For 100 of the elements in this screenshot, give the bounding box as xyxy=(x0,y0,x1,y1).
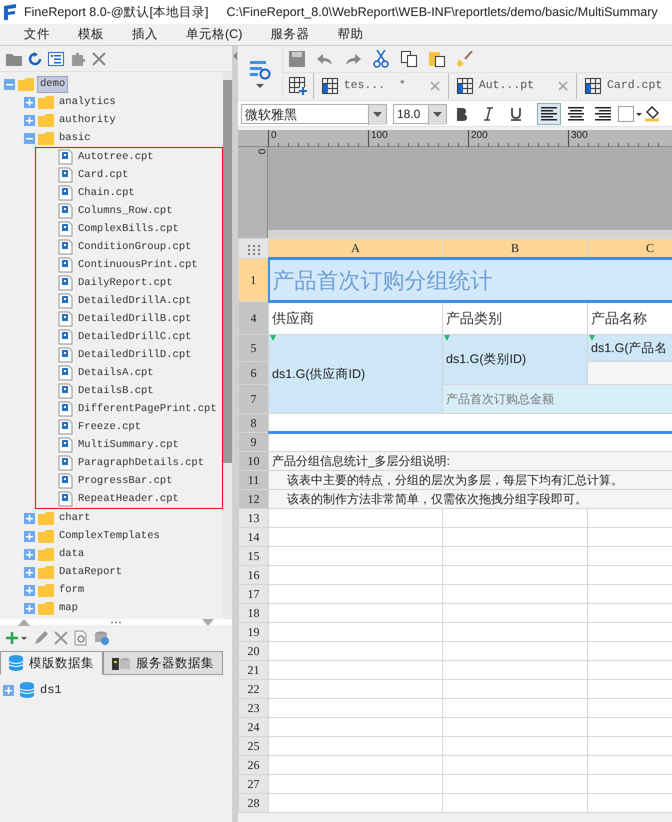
preview-icon[interactable] xyxy=(74,630,88,646)
folder-icon[interactable] xyxy=(6,52,22,66)
dataset-tab[interactable]: 服务器数据集 xyxy=(103,651,223,675)
row-header[interactable]: 14 xyxy=(238,528,268,546)
file-icon[interactable] xyxy=(58,203,73,219)
file-icon[interactable] xyxy=(58,473,73,489)
row-header[interactable]: 17 xyxy=(238,584,268,604)
brush-icon[interactable] xyxy=(456,51,473,67)
database-icon[interactable] xyxy=(20,682,34,698)
file-icon[interactable] xyxy=(58,293,73,309)
save-icon[interactable] xyxy=(288,51,305,67)
paste-icon[interactable] xyxy=(428,51,445,67)
folder-item[interactable]: basic xyxy=(57,130,93,146)
row-header[interactable]: 7 xyxy=(238,384,268,414)
caret-icon[interactable] xyxy=(256,84,264,88)
database-icon[interactable] xyxy=(94,630,110,646)
undo-icon[interactable] xyxy=(316,52,333,66)
form-icon[interactable] xyxy=(48,52,64,66)
file-icon[interactable] xyxy=(58,383,73,399)
file-item[interactable]: DetailedDrillB.cpt xyxy=(76,312,194,326)
menu-item[interactable]: 服务器 xyxy=(256,25,324,44)
file-icon[interactable] xyxy=(58,167,73,183)
cut-icon[interactable] xyxy=(372,50,389,68)
row-header[interactable]: 11 xyxy=(238,470,268,490)
italic-icon[interactable] xyxy=(482,106,496,120)
grip-icon[interactable] xyxy=(110,620,122,624)
folder-item[interactable]: chart xyxy=(57,510,93,526)
file-item[interactable]: Freeze.cpt xyxy=(76,420,144,434)
preview-icon[interactable] xyxy=(248,58,272,80)
file-icon[interactable] xyxy=(58,149,73,165)
row-header[interactable]: 5 xyxy=(238,334,268,362)
font-field[interactable]: 微软雅黑 xyxy=(241,104,387,124)
file-item[interactable]: Columns_Row.cpt xyxy=(76,204,175,218)
document-tab[interactable]: Card.cpt xyxy=(576,73,672,99)
file-icon[interactable] xyxy=(58,401,73,417)
file-item[interactable]: DetailedDrillD.cpt xyxy=(76,348,194,362)
file-icon[interactable] xyxy=(58,491,73,507)
file-icon[interactable] xyxy=(58,455,73,471)
paint-bucket-icon[interactable] xyxy=(645,106,659,122)
file-icon[interactable] xyxy=(58,239,73,255)
file-icon[interactable] xyxy=(58,275,73,291)
file-item[interactable]: Chain.cpt xyxy=(76,186,137,200)
row-header[interactable]: 9 xyxy=(238,432,268,452)
file-item[interactable]: ParagraphDetails.cpt xyxy=(76,456,206,470)
row-header[interactable]: 21 xyxy=(238,660,268,680)
menu-item[interactable]: 单元格(C) xyxy=(172,25,256,44)
column-header[interactable]: C xyxy=(588,238,672,258)
caret-icon[interactable] xyxy=(433,112,442,117)
menu-item[interactable]: 模板 xyxy=(64,25,118,44)
copy-icon[interactable] xyxy=(400,51,417,67)
dataset-item[interactable]: ds1 xyxy=(40,681,62,699)
row-header[interactable]: 6 xyxy=(238,362,268,384)
row-header[interactable]: 20 xyxy=(238,642,268,660)
row-header[interactable]: 4 xyxy=(238,302,268,334)
row-header[interactable]: 27 xyxy=(238,774,268,794)
row-header[interactable]: 10 xyxy=(238,452,268,470)
row-header[interactable]: 12 xyxy=(238,490,268,508)
menu-item[interactable]: 帮助 xyxy=(323,25,378,44)
folder-item[interactable]: analytics xyxy=(57,94,118,110)
row-header[interactable]: 24 xyxy=(238,718,268,736)
select-all-icon[interactable] xyxy=(248,244,260,255)
file-icon[interactable] xyxy=(58,257,73,273)
file-icon[interactable] xyxy=(58,185,73,201)
file-icon[interactable] xyxy=(58,347,73,363)
dataset-tab[interactable]: 模版数据集 xyxy=(0,651,103,675)
redo-icon[interactable] xyxy=(344,52,361,66)
folder-item[interactable]: authority xyxy=(57,112,118,128)
row-header[interactable]: 8 xyxy=(238,414,268,432)
underline-icon[interactable] xyxy=(509,106,523,120)
folder-item[interactable]: DataReport xyxy=(57,564,124,580)
document-tab[interactable]: tes... * xyxy=(312,73,448,99)
file-icon[interactable] xyxy=(58,437,73,453)
scrollbar[interactable] xyxy=(223,72,232,619)
border-icon[interactable] xyxy=(618,106,642,122)
folder-item[interactable]: map xyxy=(57,600,80,616)
file-item[interactable]: Card.cpt xyxy=(76,168,130,182)
font-size-field[interactable]: 18.0 xyxy=(393,104,447,124)
file-item[interactable]: DetailsA.cpt xyxy=(76,366,156,380)
file-item[interactable]: ProgressBar.cpt xyxy=(76,474,175,488)
folder-item[interactable]: form xyxy=(57,582,86,598)
row-header[interactable]: 25 xyxy=(238,736,268,756)
file-icon[interactable] xyxy=(58,365,73,381)
row-header[interactable]: 13 xyxy=(238,508,268,528)
bold-icon[interactable] xyxy=(455,106,469,120)
row-header[interactable]: 15 xyxy=(238,546,268,566)
file-icon[interactable] xyxy=(58,311,73,327)
column-header[interactable]: B xyxy=(442,238,588,258)
row-header[interactable]: 23 xyxy=(238,698,268,718)
file-item[interactable]: DetailsB.cpt xyxy=(76,384,156,398)
row-header[interactable]: 19 xyxy=(238,622,268,642)
file-icon[interactable] xyxy=(58,419,73,435)
file-icon[interactable] xyxy=(58,329,73,345)
close-icon[interactable] xyxy=(92,52,106,66)
file-item[interactable]: ConditionGroup.cpt xyxy=(76,240,194,254)
row-header[interactable]: 22 xyxy=(238,680,268,698)
file-item[interactable]: DailyReport.cpt xyxy=(76,276,175,290)
folder-item[interactable]: demo xyxy=(37,76,68,92)
menu-item[interactable]: 文件 xyxy=(10,25,64,44)
new-sheet-icon[interactable] xyxy=(288,77,307,95)
add-icon[interactable] xyxy=(6,631,28,645)
